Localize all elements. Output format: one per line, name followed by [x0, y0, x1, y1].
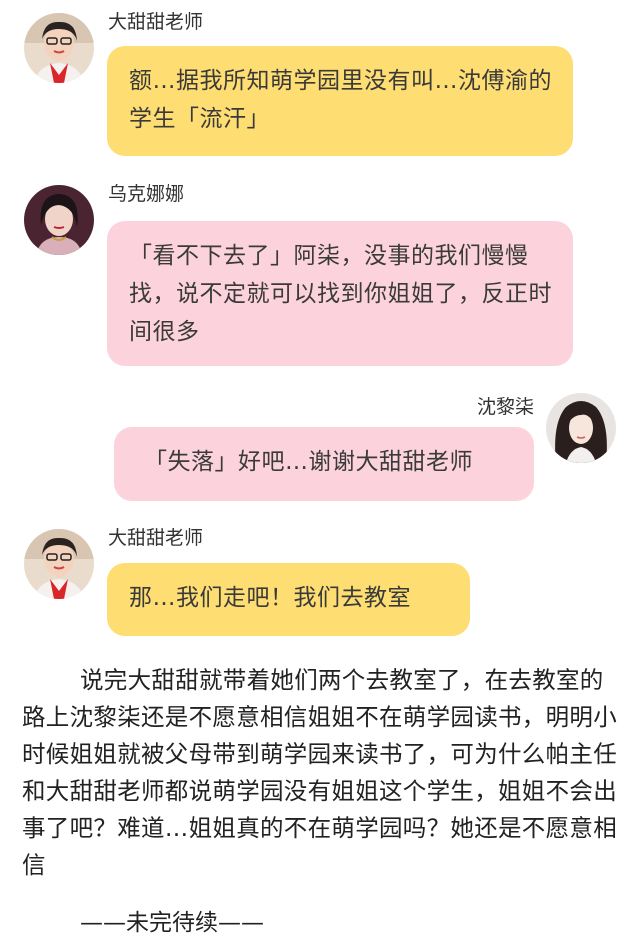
- message-bubble[interactable]: 「失落」好吧…谢谢大甜甜老师: [114, 427, 534, 501]
- avatar-shenliqi[interactable]: [546, 393, 616, 463]
- story-narration: 说完大甜甜就带着她们两个去教室了，在去教室的路上沈黎柒还是不愿意相信姐姐不在萌学…: [22, 662, 620, 884]
- sender-name: 大甜甜老师: [108, 11, 204, 33]
- message-bubble[interactable]: 那…我们走吧！我们去教室: [107, 563, 470, 636]
- message-bubble[interactable]: 额…据我所知萌学园里没有叫…沈傅渝的学生「流汗」: [107, 46, 573, 156]
- sender-name: 沈黎柒: [476, 396, 534, 418]
- avatar-teacher[interactable]: [24, 13, 94, 83]
- avatar-teacher[interactable]: [24, 529, 94, 599]
- avatar-ukenana[interactable]: [24, 185, 94, 255]
- narration-paragraph: 说完大甜甜就带着她们两个去教室了，在去教室的路上沈黎柒还是不愿意相信姐姐不在萌学…: [22, 666, 617, 879]
- to-be-continued: ——未完待续——: [80, 910, 264, 936]
- message-bubble[interactable]: 「看不下去了」阿柒，没事的我们慢慢找，说不定就可以找到你姐姐了，反正时间很多: [107, 221, 573, 366]
- sender-name: 乌克娜娜: [108, 183, 185, 205]
- sender-name: 大甜甜老师: [108, 527, 204, 549]
